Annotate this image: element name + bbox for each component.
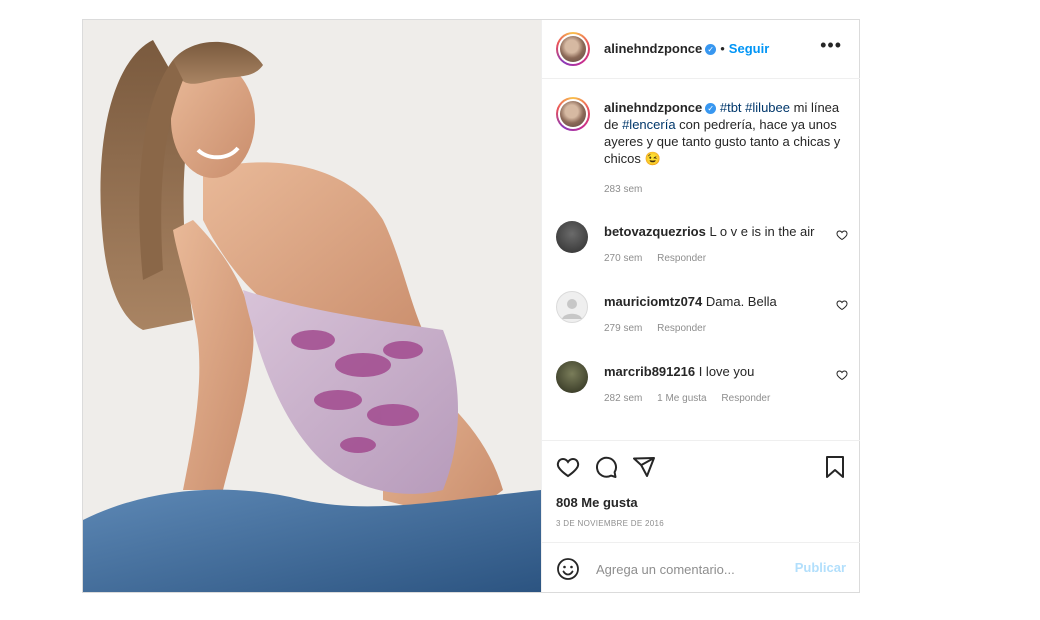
commenter-username[interactable]: mauriciomtz074 (604, 294, 702, 309)
separator-dot: • (720, 41, 725, 56)
more-options-icon[interactable]: ••• (820, 36, 842, 54)
comment-item: betovazquezrios L o v e is in the air 27… (542, 221, 860, 291)
comment-meta: 282 sem 1 Me gusta Responder (604, 393, 782, 404)
comment-likes[interactable]: 1 Me gusta (657, 393, 706, 404)
comment-text: L o v e is in the air (709, 224, 815, 239)
comment-body: betovazquezrios L o v e is in the air (604, 223, 826, 240)
comment-like-icon[interactable] (836, 299, 848, 311)
post-actions: 808 Me gusta 3 DE NOVIEMBRE DE 2016 (542, 440, 860, 543)
comment-input[interactable] (594, 557, 788, 581)
post-side-panel: alinehndzponce ✓ • Seguir ••• alinehndzponc… (541, 20, 860, 592)
comment-time: 270 sem (604, 253, 643, 264)
hashtag-link[interactable]: #lilubee (745, 100, 790, 115)
caption-username[interactable]: alinehndzponce (604, 100, 702, 115)
comment-time: 279 sem (604, 323, 643, 334)
caption: alinehndzponce ✓ #tbt #lilubee mi línea d… (604, 99, 848, 198)
comment-text: Dama. Bella (705, 294, 777, 309)
instagram-post: alinehndzponce ✓ • Seguir ••• alinehndzponc… (82, 19, 860, 593)
reply-button[interactable]: Responder (657, 323, 706, 334)
author-avatar[interactable] (556, 32, 590, 66)
post-header: alinehndzponce ✓ • Seguir ••• (542, 20, 860, 79)
hashtag-link[interactable]: #tbt (720, 100, 742, 115)
avatar-image (560, 36, 586, 62)
comment-meta: 279 sem Responder (604, 323, 718, 334)
emoji-icon[interactable] (556, 557, 580, 581)
comment-like-icon[interactable] (836, 229, 848, 241)
commenter-avatar[interactable] (556, 221, 588, 253)
commenter-username[interactable]: betovazquezrios (604, 224, 706, 239)
reply-button[interactable]: Responder (657, 253, 706, 264)
verified-badge-icon: ✓ (705, 103, 717, 114)
comment-time: 282 sem (604, 393, 643, 404)
post-photo[interactable] (83, 20, 541, 592)
comment-body: mauriciomtz074 Dama. Bella (604, 293, 826, 310)
comment-like-icon[interactable] (836, 369, 848, 381)
publish-button[interactable]: Publicar (795, 560, 846, 575)
hashtag-link[interactable]: #lencería (622, 117, 675, 132)
commenter-username[interactable]: marcrib891216 (604, 364, 695, 379)
commenter-avatar[interactable] (556, 291, 588, 323)
comments-list: alinehndzponce ✓ #tbt #lilubee mi línea d… (542, 79, 860, 439)
author-username[interactable]: alinehndzponce (604, 41, 702, 56)
caption-time: 283 sem (604, 184, 643, 195)
commenter-avatar[interactable] (556, 361, 588, 393)
default-avatar-icon (562, 299, 582, 319)
reply-button[interactable]: Responder (721, 393, 770, 404)
bookmark-icon[interactable] (824, 455, 846, 479)
comment-body: marcrib891216 I love you (604, 363, 826, 380)
comment-item: mauriciomtz074 Dama. Bella 279 sem Respo… (542, 291, 860, 361)
likes-count[interactable]: 808 Me gusta (556, 495, 638, 510)
comment-meta: 270 sem Responder (604, 253, 718, 264)
add-comment-bar: Publicar (542, 542, 860, 593)
post-date: 3 DE NOVIEMBRE DE 2016 (556, 519, 664, 528)
verified-badge-icon: ✓ (705, 44, 717, 55)
comment-item: marcrib891216 I love you 282 sem 1 Me gu… (542, 361, 860, 431)
header-meta: alinehndzponce ✓ • Seguir (604, 40, 769, 58)
post-image (83, 20, 541, 592)
comment-text: I love you (698, 364, 755, 379)
caption-avatar[interactable] (556, 97, 590, 131)
follow-button[interactable]: Seguir (729, 41, 769, 56)
comment-icon[interactable] (594, 455, 618, 479)
heart-icon[interactable] (556, 455, 580, 479)
avatar-image (560, 101, 586, 127)
share-icon[interactable] (632, 455, 656, 479)
